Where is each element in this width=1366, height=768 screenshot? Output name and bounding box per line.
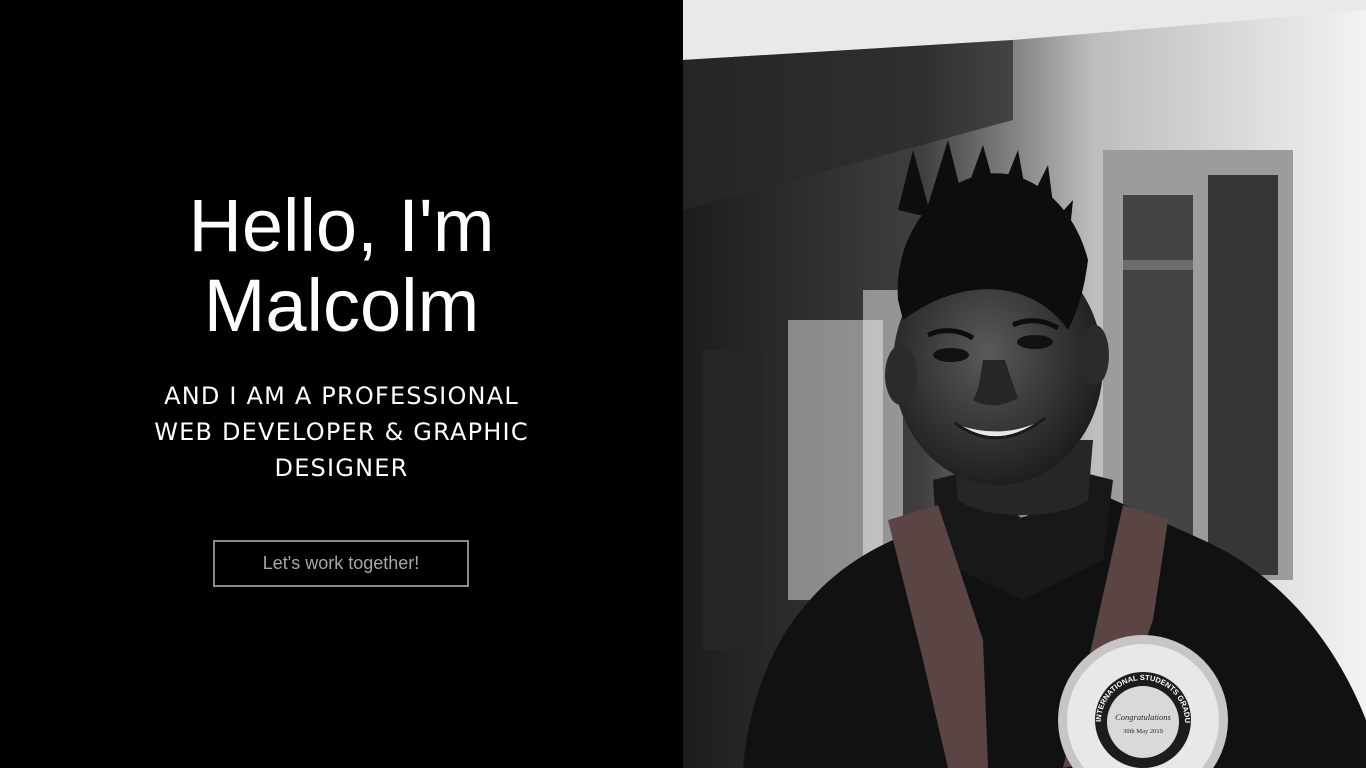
left-ear	[885, 345, 917, 405]
hero-title: Hello, I'm Malcolm	[0, 186, 683, 346]
right-ear	[1081, 325, 1109, 385]
portrait-illustration: INTERNATIONAL STUDENTS GRADUATION Congra…	[683, 0, 1366, 768]
left-eye	[933, 348, 969, 362]
corridor-post	[703, 350, 763, 650]
lets-work-together-button[interactable]: Let's work together!	[213, 540, 469, 587]
rosette-center-line-2: 30th May 2019	[1123, 728, 1163, 735]
hero-subtitle: AND I AM A PROFESSIONAL WEB DEVELOPER & …	[0, 378, 683, 486]
rosette-center	[1107, 686, 1179, 758]
hero-subtitle-line-2: WEB DEVELOPER & GRAPHIC	[154, 418, 529, 446]
hero-title-line-1: Hello, I'm	[188, 184, 495, 267]
window-bar	[1123, 260, 1193, 270]
window-pane-right	[1208, 175, 1278, 575]
right-eye	[1017, 335, 1053, 349]
hero-subtitle-line-3: DESIGNER	[274, 454, 409, 482]
hero-title-line-2: Malcolm	[203, 264, 480, 347]
portrait-photo: INTERNATIONAL STUDENTS GRADUATION Congra…	[683, 0, 1366, 768]
hero-section: Hello, I'm Malcolm AND I AM A PROFESSION…	[0, 0, 1366, 768]
hero-subtitle-line-1: AND I AM A PROFESSIONAL	[164, 382, 519, 410]
rosette-center-line-1: Congratulations	[1115, 712, 1171, 722]
hero-text-panel: Hello, I'm Malcolm AND I AM A PROFESSION…	[0, 0, 683, 768]
